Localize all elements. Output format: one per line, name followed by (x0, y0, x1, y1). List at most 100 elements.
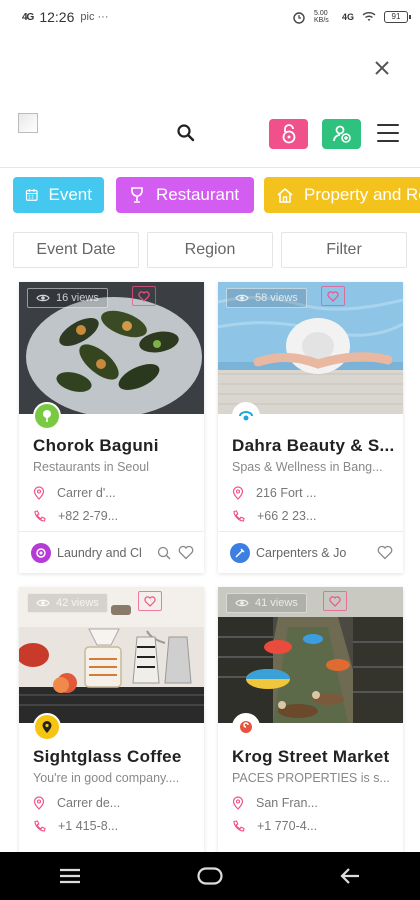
favorite-badge[interactable] (321, 286, 345, 306)
address-text: 216 Fort ... (256, 486, 317, 500)
category-badge (232, 402, 260, 430)
category-property[interactable]: Property and Re (264, 177, 420, 213)
app-logo[interactable] (18, 113, 38, 133)
listing-image[interactable]: 41 views (218, 587, 403, 723)
phone-icon (34, 509, 46, 522)
map-pin-icon (33, 486, 45, 500)
listing-subtitle: Spas & Wellness in Bang... (232, 460, 383, 474)
map-pin-icon (232, 486, 244, 500)
address-text: Carrer de... (57, 796, 121, 810)
phone-icon (34, 819, 46, 832)
signal-indicator: 4G (22, 11, 34, 23)
listing-title[interactable]: Sightglass Coffee (33, 747, 199, 767)
back-button[interactable] (320, 856, 380, 896)
filter-button[interactable]: Filter (281, 232, 407, 268)
network-type: 4G (341, 12, 354, 22)
footer-category-label[interactable]: Laundry and Cl (57, 546, 151, 560)
listing-title[interactable]: Dahra Beauty & S... (232, 436, 398, 456)
wifi-icon (362, 12, 376, 21)
listing-card[interactable]: 41 views Krog Street Market PACES PROPER… (218, 587, 403, 857)
phone-icon (233, 509, 245, 522)
listing-title[interactable]: Krog Street Market (232, 747, 398, 767)
listing-subtitle: Restaurants in Seoul (33, 460, 150, 474)
views-badge: 58 views (226, 288, 307, 308)
heart-outline-icon[interactable] (377, 545, 393, 560)
network-speed: 5.00 KB/s (313, 10, 329, 24)
home-button[interactable] (180, 856, 240, 896)
listing-image[interactable]: 42 views (19, 587, 204, 723)
app-header (0, 105, 420, 165)
category-badge (33, 402, 61, 430)
phone-text: +1 415-8... (58, 819, 119, 833)
listing-subtitle: PACES PROPERTIES is s... (232, 771, 390, 785)
listing-address: Carrer de... (33, 794, 120, 812)
compare-icon[interactable] (156, 545, 172, 561)
eye-icon (235, 294, 249, 302)
filter-region[interactable]: Region (147, 232, 273, 268)
category-restaurant[interactable]: Restaurant (116, 177, 254, 213)
map-pin-icon (232, 796, 244, 810)
search-icon (177, 124, 195, 142)
user-add-icon (332, 125, 351, 143)
eye-icon (36, 294, 50, 302)
hamburger-menu-icon[interactable] (377, 124, 399, 142)
category-chips: Event Restaurant Property and Re (0, 177, 420, 215)
views-count: 58 views (255, 292, 298, 304)
phone-text: +66 2 23... (257, 509, 317, 523)
battery-indicator: 91 (384, 11, 411, 23)
listing-address: 216 Fort ... (232, 484, 316, 502)
category-restaurant-label: Restaurant (156, 185, 240, 204)
heart-icon (144, 595, 156, 607)
heart-outline-icon[interactable] (178, 545, 194, 560)
status-extra: pic ··· (80, 11, 109, 23)
listing-phone: +1 770-4... (232, 817, 317, 835)
views-badge: 41 views (226, 593, 307, 613)
favorite-badge[interactable] (323, 591, 347, 611)
views-count: 41 views (255, 597, 298, 609)
header-divider (0, 167, 420, 168)
lock-icon (282, 124, 295, 144)
listing-image[interactable]: 58 views (218, 282, 403, 414)
favorite-badge[interactable] (132, 286, 156, 306)
listing-card[interactable]: 42 views Sightglass Coffee You're in goo… (19, 587, 204, 857)
filter-tabs: Event Date Region Filter (13, 232, 407, 268)
heart-icon (327, 290, 339, 302)
carpentry-icon (230, 542, 250, 563)
views-badge: 16 views (27, 288, 108, 308)
listing-phone: +1 415-8... (33, 817, 118, 835)
views-count: 16 views (56, 292, 99, 304)
card-footer: Carpenters & Jo (218, 531, 403, 573)
favorite-badge[interactable] (138, 591, 162, 611)
category-event[interactable]: Event (13, 177, 104, 213)
footer-category-label[interactable]: Carpenters & Jo (256, 546, 350, 560)
map-pin-icon (33, 796, 45, 810)
views-count: 42 views (56, 597, 99, 609)
recent-apps-button[interactable] (40, 856, 100, 896)
listing-image[interactable]: 16 views (19, 282, 204, 414)
location-pin-icon (42, 721, 52, 733)
cup-icon (131, 187, 143, 203)
close-icon (375, 61, 389, 75)
home-icon (277, 187, 293, 203)
lock-button[interactable] (269, 119, 308, 149)
listing-title[interactable]: Chorok Baguni (33, 436, 199, 456)
listing-phone: +82 2-79... (33, 507, 118, 525)
listing-card[interactable]: 58 views Dahra Beauty & S... Spas & Well… (218, 282, 403, 573)
search-button[interactable] (176, 123, 198, 145)
listing-phone: +66 2 23... (232, 507, 316, 525)
close-button[interactable] (374, 56, 390, 82)
eye-icon (235, 599, 249, 607)
address-text: San Fran... (256, 796, 318, 810)
calendar-icon (25, 188, 38, 201)
spa-icon (239, 411, 253, 421)
phone-icon (233, 819, 245, 832)
listing-address: San Fran... (232, 794, 318, 812)
category-event-label: Event (48, 185, 92, 204)
listing-card[interactable]: 16 views Chorok Baguni Restaurants in Se… (19, 282, 204, 573)
phone-text: +82 2-79... (58, 509, 119, 523)
listing-subtitle: You're in good company.... (33, 771, 180, 785)
card-footer: Laundry and Cl (19, 531, 204, 573)
filter-event-date[interactable]: Event Date (13, 232, 139, 268)
add-user-button[interactable] (322, 119, 361, 149)
category-badge (232, 713, 260, 741)
